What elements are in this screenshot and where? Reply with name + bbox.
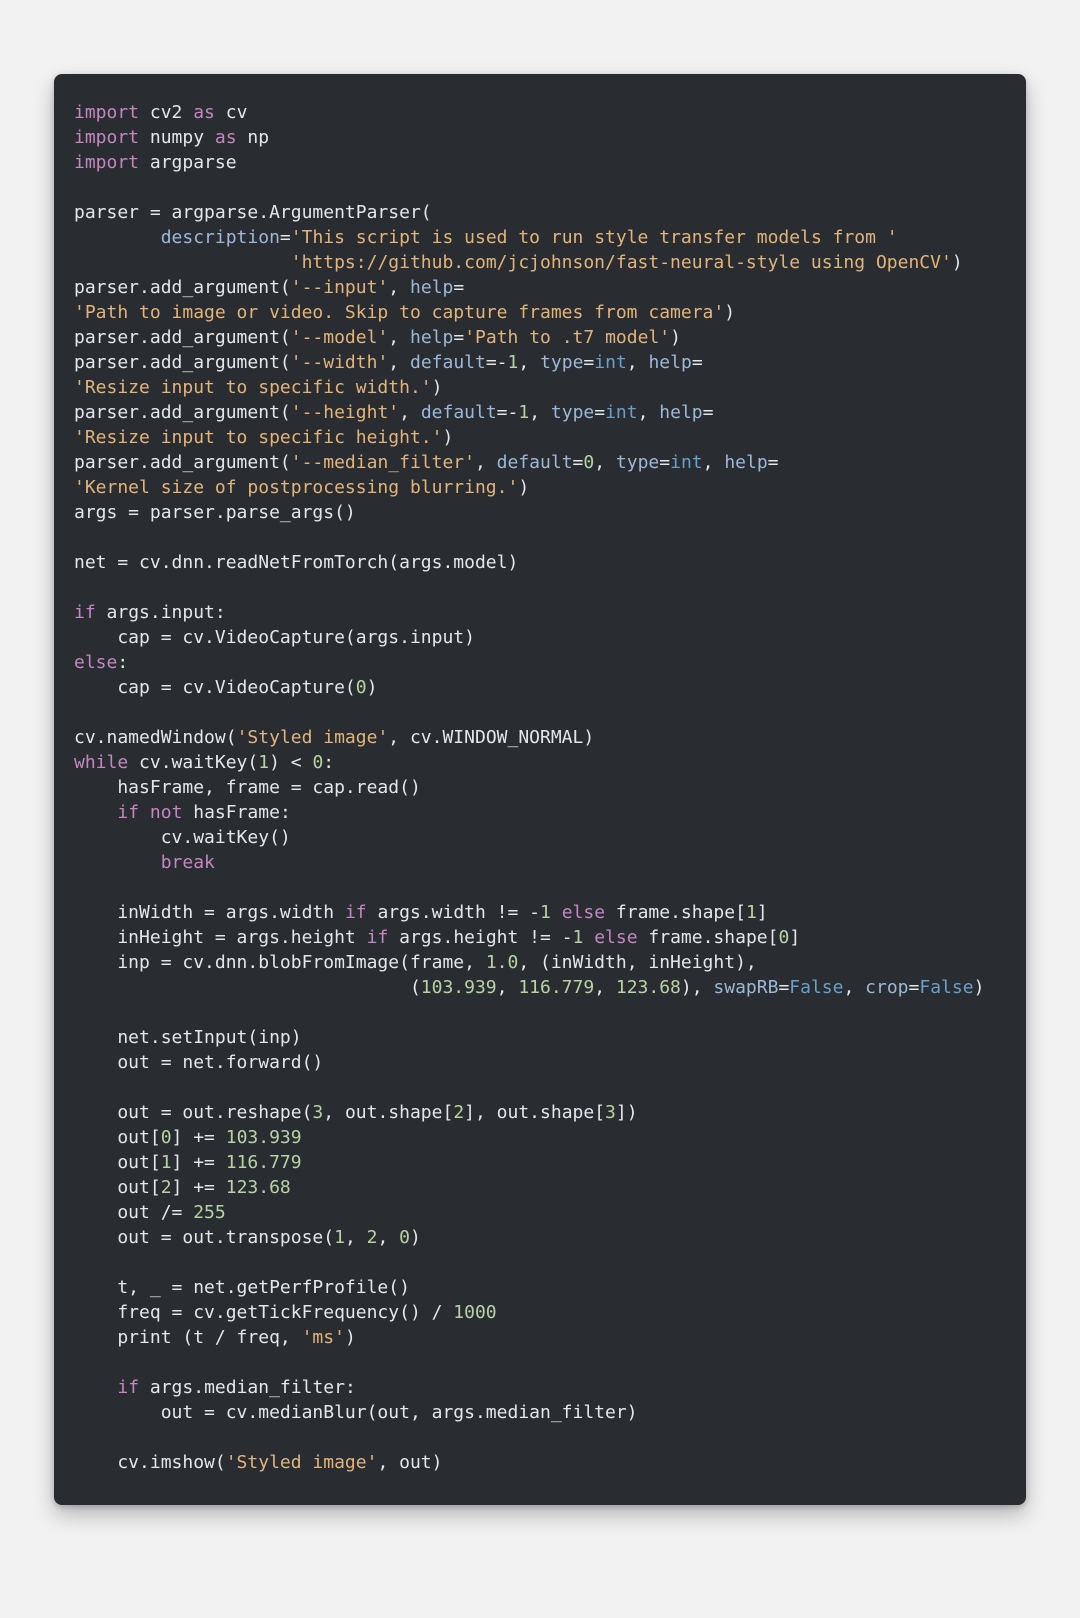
page: import cv2 as cv import numpy as np impo… — [0, 0, 1080, 1565]
code-block[interactable]: import cv2 as cv import numpy as np impo… — [74, 100, 1006, 1475]
code-card: import cv2 as cv import numpy as np impo… — [54, 74, 1026, 1505]
